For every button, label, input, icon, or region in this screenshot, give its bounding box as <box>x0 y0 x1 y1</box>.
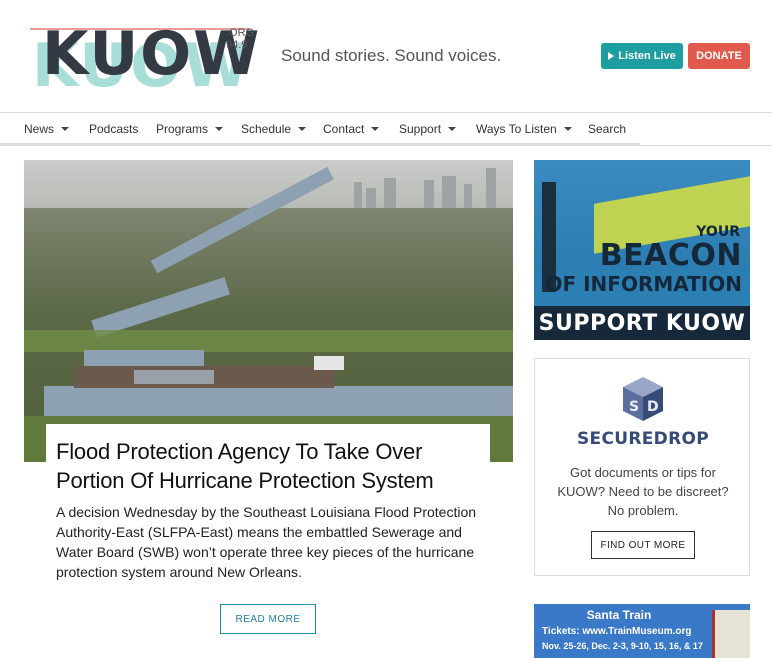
securedrop-title: SECUREDROP <box>577 429 709 449</box>
logo-org: .ORG <box>226 27 255 39</box>
image-skyline <box>424 180 434 208</box>
image-pump-station <box>134 370 214 384</box>
svg-text:D: D <box>647 399 659 415</box>
nav-item-label: News <box>24 122 55 136</box>
main-nav: News Podcasts Programs Schedule Contact … <box>0 112 772 146</box>
play-icon <box>608 52 615 60</box>
nav-item-label: Programs <box>156 122 209 136</box>
chevron-down-icon <box>563 127 572 131</box>
image-skyline <box>442 176 456 208</box>
site-header: KUOW KUOW .ORG 94.9 Sound stories. Sound… <box>0 0 772 112</box>
image-skyline <box>384 178 396 208</box>
image-skyline <box>486 168 496 208</box>
site-tagline: Sound stories. Sound voices. <box>281 46 502 65</box>
kuow-logo[interactable]: KUOW KUOW .ORG 94.9 <box>30 22 260 96</box>
image-skyline <box>366 188 376 208</box>
chevron-down-icon <box>298 127 307 131</box>
nav-item-label: Schedule <box>241 122 292 136</box>
nav-item-contact[interactable]: Contact <box>323 122 380 136</box>
securedrop-cube-icon: S D <box>623 377 663 421</box>
nav-item-ways-to-listen[interactable]: Ways To Listen <box>476 122 572 136</box>
ad-building-image <box>712 610 750 658</box>
ad-line-3: OF INFORMATION <box>545 272 742 296</box>
image-building <box>314 356 344 370</box>
nav-item-schedule[interactable]: Schedule <box>241 122 307 136</box>
story-headline[interactable]: Flood Protection Agency To Take Over Por… <box>56 437 496 495</box>
donate-button[interactable]: DONATE <box>688 43 750 69</box>
image-skyline <box>354 182 362 208</box>
nav-item-support[interactable]: Support <box>399 122 457 136</box>
nav-item-label: Podcasts <box>89 122 139 136</box>
nav-item-label: Support <box>399 122 442 136</box>
listen-live-button[interactable]: Listen Live <box>601 43 683 69</box>
chevron-down-icon <box>215 127 224 131</box>
santa-train-ad[interactable]: Santa Train Tickets: www.TrainMuseum.org… <box>534 604 750 658</box>
nav-item-label: Search <box>588 122 627 136</box>
logo-frequency: 94.9 <box>226 38 248 51</box>
story-hero-image[interactable] <box>24 160 513 462</box>
story-summary: A decision Wednesday by the Southeast Lo… <box>56 504 477 580</box>
chevron-down-icon <box>61 127 70 131</box>
securedrop-text: Got documents or tips for KUOW? Need to … <box>557 465 729 518</box>
nav-item-news[interactable]: News <box>24 122 70 136</box>
nav-item-label: Ways To Listen <box>476 122 557 136</box>
nav-item-podcasts[interactable]: Podcasts <box>89 122 138 136</box>
find-out-more-button[interactable]: FIND OUT MORE <box>591 531 695 559</box>
nav-item-programs[interactable]: Programs <box>156 122 224 136</box>
nav-bar: News Podcasts Programs Schedule Contact … <box>0 113 640 145</box>
image-skyline <box>464 184 472 208</box>
santa-ad-title: Santa Train <box>586 608 652 622</box>
chevron-down-icon <box>371 127 380 131</box>
support-kuow-ad[interactable]: YOUR BEACON OF INFORMATION SUPPORT KUOW <box>534 160 750 340</box>
santa-ad-tickets: Tickets: www.TrainMuseum.org <box>542 626 692 637</box>
securedrop-box: S D SECUREDROP Got documents or tips for… <box>534 358 750 576</box>
logo-org-freq: .ORG 94.9 <box>226 27 255 51</box>
nav-item-label: Contact <box>323 122 365 136</box>
ad-line-2: BEACON <box>599 238 742 273</box>
chevron-down-icon <box>448 127 457 131</box>
image-levee <box>24 330 513 352</box>
image-water <box>44 386 513 416</box>
read-more-button[interactable]: READ MORE <box>220 604 316 634</box>
nav-item-search[interactable]: Search <box>588 122 626 136</box>
ad-cta: SUPPORT KUOW <box>534 306 750 340</box>
santa-ad-dates: Nov. 25-26, Dec. 2-3, 9-10, 15, 16, & 17 <box>542 641 703 651</box>
svg-text:S: S <box>629 399 639 415</box>
listen-live-label: Listen Live <box>618 50 676 62</box>
